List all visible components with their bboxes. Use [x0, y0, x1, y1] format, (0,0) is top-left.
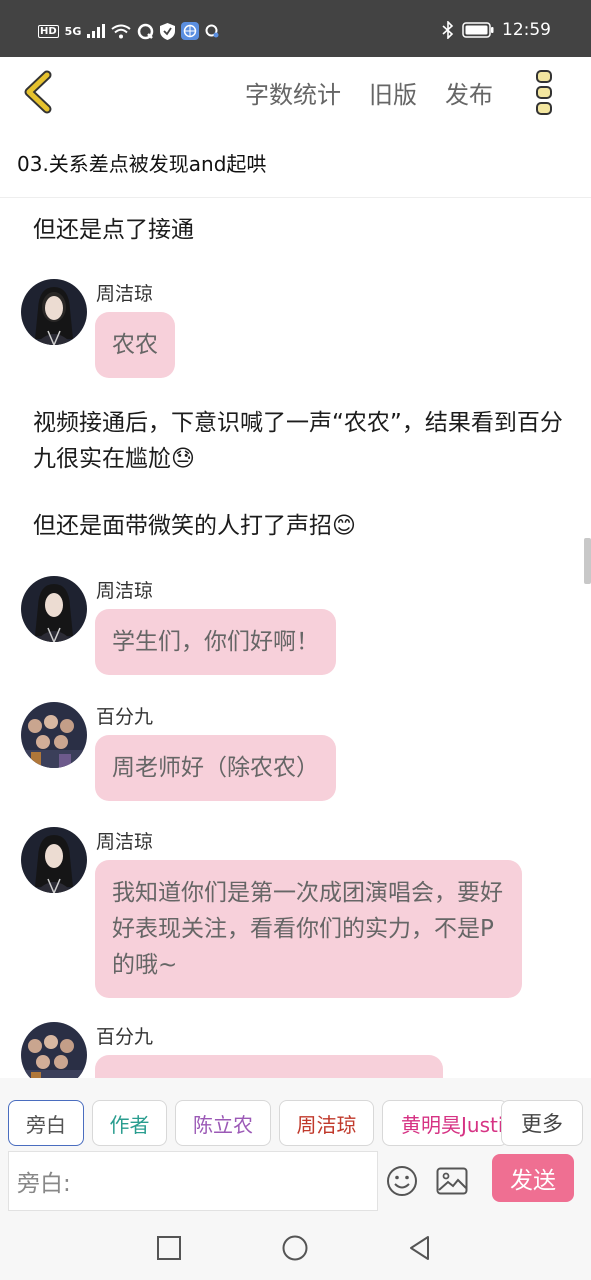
- avatar-zhou[interactable]: [21, 827, 87, 893]
- avatar-group[interactable]: [21, 702, 87, 768]
- message-bubble[interactable]: 农农: [95, 312, 175, 378]
- more-roles-button[interactable]: 更多: [501, 1100, 583, 1146]
- back-triangle-icon[interactable]: [406, 1234, 434, 1262]
- old-version-button[interactable]: 旧版: [369, 75, 417, 110]
- role-tab-label: 旁白: [26, 1112, 66, 1137]
- top-nav: 字数统计 旧版 发布: [0, 57, 591, 129]
- emoji-icon[interactable]: [386, 1165, 418, 1197]
- image-icon[interactable]: [436, 1167, 468, 1195]
- role-tab-label: 陈立农: [193, 1112, 253, 1137]
- chapter-title[interactable]: 03.关系差点被发现and起哄: [17, 148, 266, 177]
- hd-icon: HD: [38, 24, 59, 38]
- avatar-zhou[interactable]: [21, 576, 87, 642]
- more-vertical-icon[interactable]: [534, 69, 554, 117]
- role-tab-huang-minghao[interactable]: 黄明昊Justin: [382, 1100, 508, 1146]
- speaker-name: 百分九: [96, 706, 154, 728]
- scrollbar-thumb[interactable]: [584, 538, 591, 584]
- role-tab-label: 黄明昊Justin: [401, 1112, 508, 1137]
- word-count-button[interactable]: 字数统计: [245, 75, 341, 110]
- input-panel: 旁白 作者 陈立农 周洁琼 黄明昊Justin 更多 旁白: 发送: [0, 1078, 591, 1216]
- nav-actions: 字数统计 旧版 发布: [245, 75, 493, 110]
- browser-icon: [181, 22, 200, 40]
- speaker-name: 周洁琼: [96, 283, 154, 305]
- avatar-zhou[interactable]: [21, 279, 87, 345]
- message-bubble[interactable]: 学生们，你们好啊！: [95, 609, 336, 675]
- network-type: 5G: [64, 24, 82, 38]
- message-bubble[interactable]: 我知道你们是第一次成团演唱会，要好好表现关注，看看你们的实力，不是P的哦~: [95, 860, 522, 998]
- wifi-icon: [111, 24, 131, 38]
- signal-icon: [87, 24, 106, 38]
- role-tab-label: 作者: [109, 1112, 150, 1137]
- status-bar: HD 5G 12:59: [0, 0, 591, 57]
- bluetooth-icon: [442, 21, 454, 39]
- role-tab-narrator[interactable]: 旁白: [8, 1100, 84, 1146]
- recents-square-icon[interactable]: [155, 1234, 183, 1262]
- message-input[interactable]: 旁白:: [8, 1151, 378, 1211]
- publish-button[interactable]: 发布: [445, 75, 493, 110]
- shield-icon: [160, 22, 176, 40]
- status-time: 12:59: [502, 20, 551, 40]
- send-button[interactable]: 发送: [492, 1154, 574, 1202]
- role-tab-chen-linong[interactable]: 陈立农: [175, 1100, 271, 1146]
- narration-1[interactable]: 但还是点了接通: [33, 212, 563, 248]
- message-bubble[interactable]: 周老师好（除农农）: [95, 735, 336, 801]
- narration-3[interactable]: 但还是面带微笑的人打了声招😊: [33, 508, 563, 544]
- system-nav-bar: [0, 1216, 591, 1280]
- q-app-icon: [138, 23, 154, 39]
- role-tab-zhou-jieqiong[interactable]: 周洁琼: [279, 1100, 374, 1146]
- home-circle-icon[interactable]: [281, 1234, 309, 1262]
- status-right: 12:59: [442, 20, 551, 40]
- back-arrow-icon[interactable]: [20, 69, 60, 115]
- speaker-name: 周洁琼: [96, 580, 154, 602]
- input-placeholder: 旁白:: [17, 1171, 71, 1197]
- speaker-name: 百分九: [96, 1026, 154, 1048]
- role-tab-author[interactable]: 作者: [92, 1100, 167, 1146]
- speaker-name: 周洁琼: [96, 831, 154, 853]
- battery-icon: [462, 22, 494, 38]
- search-app-icon: [205, 24, 219, 37]
- role-tab-label: 周洁琼: [296, 1112, 357, 1137]
- narration-2[interactable]: 视频接通后，下意识喊了一声“农农”，结果看到百分九很实在尴尬😓: [33, 405, 563, 477]
- divider: [0, 197, 591, 198]
- status-left: HD 5G: [38, 22, 220, 40]
